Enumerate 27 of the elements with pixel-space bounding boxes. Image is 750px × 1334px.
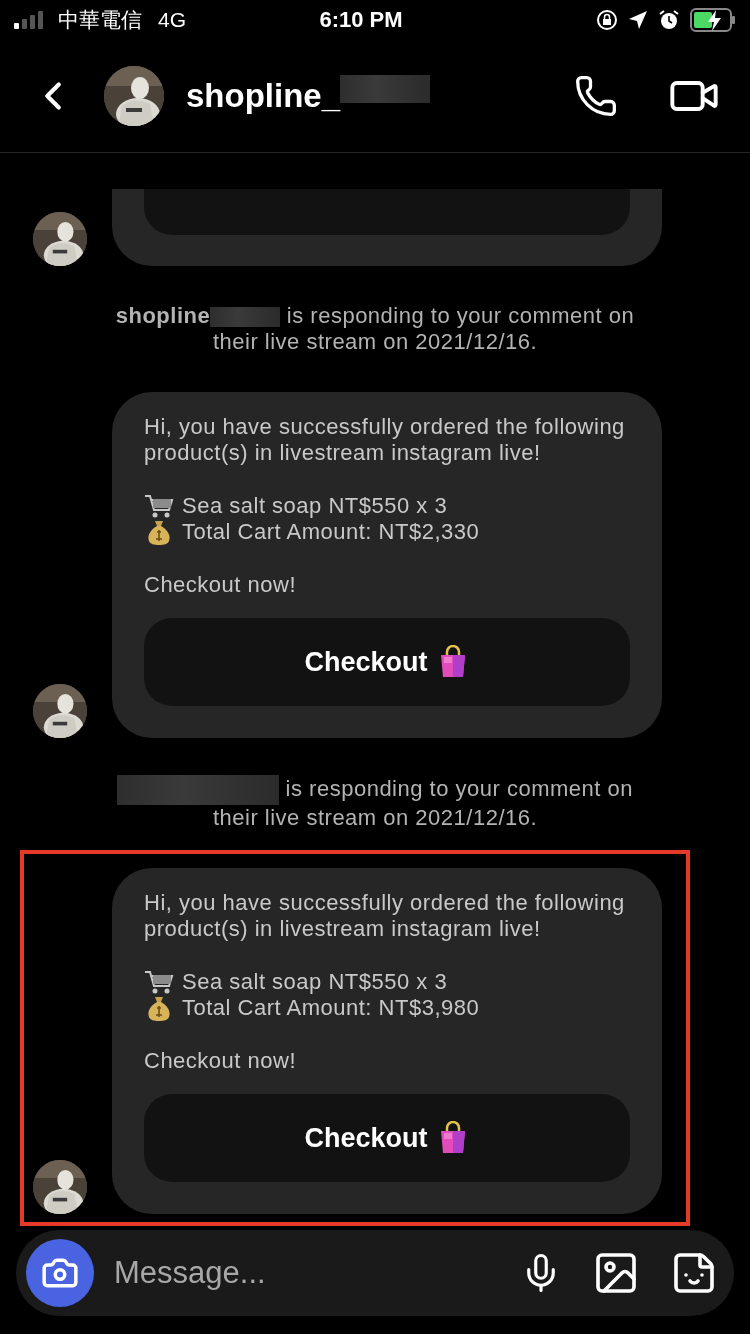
status-time: 6:10 PM bbox=[318, 7, 404, 33]
checkout-button[interactable]: Checkout bbox=[144, 1094, 630, 1182]
message-field[interactable]: Message... bbox=[112, 1254, 520, 1292]
camera-button[interactable] bbox=[26, 1239, 94, 1307]
checkout-button[interactable]: Checkout bbox=[144, 618, 630, 706]
location-arrow-icon bbox=[628, 10, 648, 30]
network-label: 4G bbox=[158, 8, 186, 32]
alarm-icon bbox=[658, 9, 680, 31]
order-line: Sea salt soap NT$550 x 3 bbox=[182, 493, 448, 519]
message-text: Checkout now! bbox=[144, 1048, 298, 1074]
username: shopline_ bbox=[186, 77, 341, 115]
message-text: Hi, you have successfully ordered the following product(s) in livestream instagram live! bbox=[144, 414, 626, 466]
cart-icon bbox=[144, 969, 174, 995]
notice-text: is responding to your comment on their live stream on 2021/12/16. bbox=[0, 775, 750, 831]
message-text: Hi, you have successfully ordered the following product(s) in livestream instagram live! bbox=[144, 890, 626, 942]
message-text: Checkout now! bbox=[144, 572, 298, 598]
cart-icon bbox=[144, 493, 174, 519]
carrier-label: 中華電信 bbox=[58, 7, 142, 33]
notice-text: shopline is responding to your comment on their live stream on 2021/12/16. bbox=[114, 303, 636, 355]
phone-button[interactable] bbox=[574, 74, 618, 118]
order-line: Total Cart Amount: NT$3,980 bbox=[182, 995, 480, 1021]
rotation-lock-icon bbox=[596, 9, 618, 31]
message-bar[interactable]: Message... bbox=[16, 1230, 734, 1316]
battery-icon bbox=[690, 8, 736, 32]
phone-icon bbox=[574, 74, 618, 118]
order-line: Sea salt soap NT$550 x 3 bbox=[182, 969, 448, 995]
order-line: Total Cart Amount: NT$2,330 bbox=[182, 519, 480, 545]
